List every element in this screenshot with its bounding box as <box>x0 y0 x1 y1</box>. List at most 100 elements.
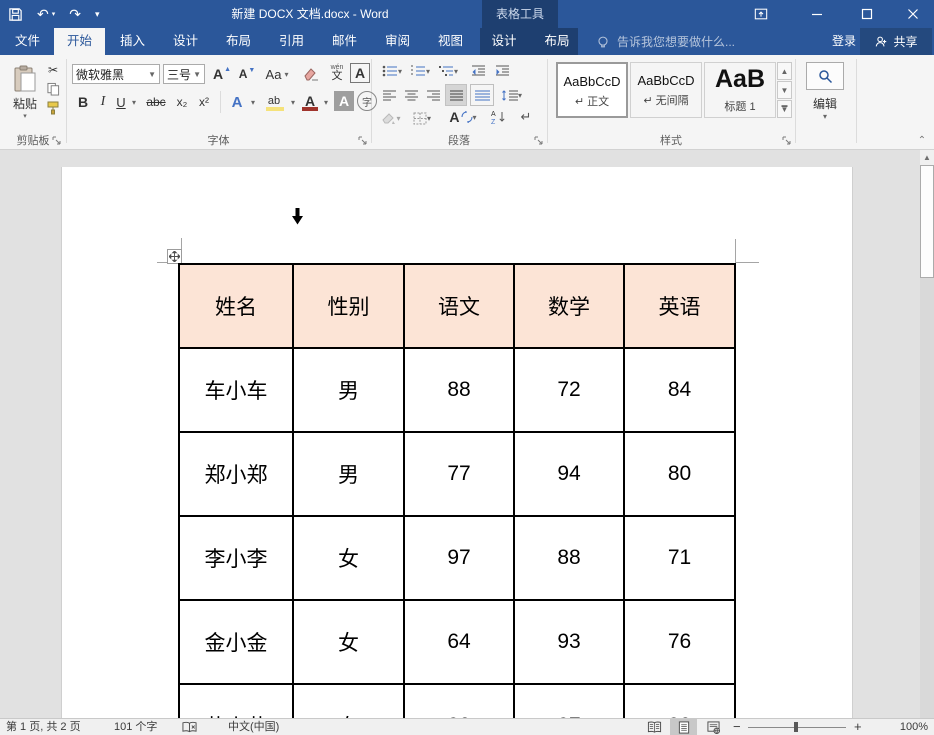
table-cell[interactable]: 女 <box>293 684 404 718</box>
word-count[interactable]: 101 个字 <box>114 719 157 735</box>
language-indicator[interactable]: 中文(中国) <box>228 719 279 735</box>
zoom-out-button[interactable]: − <box>733 719 741 735</box>
table-cell[interactable]: 88 <box>404 348 514 432</box>
table-header-cell[interactable]: 性别 <box>293 264 404 348</box>
document-area[interactable]: 姓名性别语文数学英语 车小车男887284郑小郑男779480李小李女97887… <box>0 150 920 718</box>
table-cell[interactable]: 车小车 <box>179 348 293 432</box>
table-header-cell[interactable]: 语文 <box>404 264 514 348</box>
paste-button[interactable]: 粘贴 ▾ <box>6 60 44 124</box>
increase-indent-icon[interactable] <box>492 62 512 80</box>
multilevel-list-button[interactable]: ▾ <box>436 62 460 80</box>
line-spacing-button[interactable]: ▾ <box>498 84 526 106</box>
decrease-indent-icon[interactable] <box>468 62 488 80</box>
tab-main-1[interactable]: 插入 <box>107 28 158 55</box>
tab-main-4[interactable]: 引用 <box>266 28 317 55</box>
highlight-button[interactable]: ab <box>262 90 286 112</box>
zoom-in-button[interactable]: + <box>854 719 862 735</box>
editing-dropdown-icon[interactable]: ▾ <box>806 111 844 121</box>
web-layout-icon[interactable] <box>700 719 727 735</box>
italic-button[interactable]: I <box>96 92 110 112</box>
subscript-button[interactable]: x₂ <box>172 92 192 112</box>
tab-home[interactable]: 开始 <box>54 28 105 55</box>
justify-button-selected[interactable] <box>445 84 467 106</box>
document-page[interactable]: 姓名性别语文数学英语 车小车男887284郑小郑男779480李小李女97887… <box>61 167 853 718</box>
shrink-font-button[interactable]: A▼ <box>236 63 258 85</box>
character-shading-button[interactable]: A <box>334 91 354 111</box>
cut-icon[interactable]: ✂ <box>44 62 62 78</box>
font-dialog-launcher-icon[interactable] <box>358 134 368 144</box>
copy-icon[interactable] <box>44 81 62 97</box>
styles-scroll-up-icon[interactable]: ▲ <box>777 62 792 80</box>
table-row[interactable]: 李小李女978871 <box>179 516 735 600</box>
table-cell[interactable]: 64 <box>404 600 514 684</box>
show-formatting-marks-button[interactable]: ↵ <box>516 107 536 127</box>
read-mode-icon[interactable] <box>641 719 668 735</box>
table-cell[interactable]: 90 <box>624 684 735 718</box>
find-button[interactable] <box>806 62 844 90</box>
table-cell[interactable]: 93 <box>514 600 624 684</box>
change-case-button[interactable]: Aa▾ <box>262 63 292 85</box>
table-cell[interactable]: 97 <box>404 516 514 600</box>
tab-main-5[interactable]: 邮件 <box>319 28 370 55</box>
table-cell[interactable]: 80 <box>624 432 735 516</box>
tab-main-6[interactable]: 审阅 <box>372 28 423 55</box>
bold-button[interactable]: B <box>74 92 92 112</box>
clipboard-dialog-launcher-icon[interactable] <box>52 134 62 144</box>
format-painter-icon[interactable] <box>44 100 62 116</box>
strikethrough-button[interactable]: abc <box>143 92 169 112</box>
table-cell[interactable]: 97 <box>514 684 624 718</box>
styles-dialog-launcher-icon[interactable] <box>782 134 792 144</box>
table-cell[interactable]: 男 <box>293 432 404 516</box>
tab-file[interactable]: 文件 <box>2 28 53 55</box>
underline-button[interactable]: U <box>113 92 129 112</box>
paragraph-dialog-launcher-icon[interactable] <box>534 134 544 144</box>
table-cell[interactable]: 77 <box>404 432 514 516</box>
ribbon-display-options-icon[interactable] <box>744 0 778 28</box>
align-left-icon[interactable] <box>380 86 398 104</box>
table-cell[interactable]: 90 <box>404 684 514 718</box>
style-card-0[interactable]: AaBbCcD↵ 正文 <box>556 62 628 118</box>
table-cell[interactable]: 李小李 <box>179 516 293 600</box>
customize-qat-icon[interactable]: ▾ <box>95 9 100 20</box>
share-button[interactable]: 共享 <box>860 28 932 55</box>
table-cell[interactable]: 76 <box>624 600 735 684</box>
bullets-button[interactable]: ▾ <box>380 62 404 80</box>
clear-formatting-icon[interactable] <box>300 63 322 85</box>
align-center-icon[interactable] <box>402 86 420 104</box>
table-cell[interactable]: 黄小黄 <box>179 684 293 718</box>
table-cell[interactable]: 71 <box>624 516 735 600</box>
style-card-2[interactable]: AaB标题 1 <box>704 62 776 118</box>
sign-in-link[interactable]: 登录 <box>832 28 856 55</box>
page-indicator[interactable]: 第 1 页, 共 2 页 <box>6 719 81 735</box>
tab-main-7[interactable]: 视图 <box>425 28 476 55</box>
scroll-up-icon[interactable]: ▲ <box>920 150 934 165</box>
undo-icon[interactable]: ↶▾ <box>37 6 55 23</box>
proofing-icon[interactable] <box>182 721 197 735</box>
table-header-cell[interactable]: 数学 <box>514 264 624 348</box>
table-cell[interactable]: 84 <box>624 348 735 432</box>
table-row[interactable]: 郑小郑男779480 <box>179 432 735 516</box>
shading-button[interactable]: ▾ <box>378 109 404 127</box>
grow-font-button[interactable]: A▲ <box>211 63 233 85</box>
print-layout-icon[interactable] <box>670 719 697 735</box>
editing-menu-button[interactable]: 编辑 <box>806 95 844 111</box>
table-cell[interactable]: 女 <box>293 600 404 684</box>
tell-me-search[interactable]: 告诉我您想要做什么... <box>596 28 735 55</box>
phonetic-guide-icon[interactable]: wén文 <box>326 61 348 85</box>
sort-button[interactable]: AZ <box>486 107 510 127</box>
text-effects-button[interactable]: A <box>226 92 248 112</box>
table-row[interactable]: 金小金女649376 <box>179 600 735 684</box>
redo-icon[interactable]: ↷ <box>69 6 81 23</box>
character-border-button[interactable]: A <box>350 63 370 83</box>
table-header-cell[interactable]: 姓名 <box>179 264 293 348</box>
align-right-icon[interactable] <box>424 86 442 104</box>
tab-table-tools-1[interactable]: 布局 <box>534 28 580 55</box>
superscript-button[interactable]: x² <box>194 92 214 112</box>
zoom-slider-thumb[interactable] <box>794 722 798 732</box>
font-color-dropdown-icon[interactable]: ▾ <box>321 92 331 112</box>
zoom-level[interactable]: 100% <box>876 719 928 735</box>
scrollbar-thumb[interactable] <box>920 165 934 278</box>
underline-dropdown-icon[interactable]: ▾ <box>129 92 139 112</box>
highlight-dropdown-icon[interactable]: ▾ <box>288 92 298 112</box>
table-row[interactable]: 黄小黄女909790 <box>179 684 735 718</box>
